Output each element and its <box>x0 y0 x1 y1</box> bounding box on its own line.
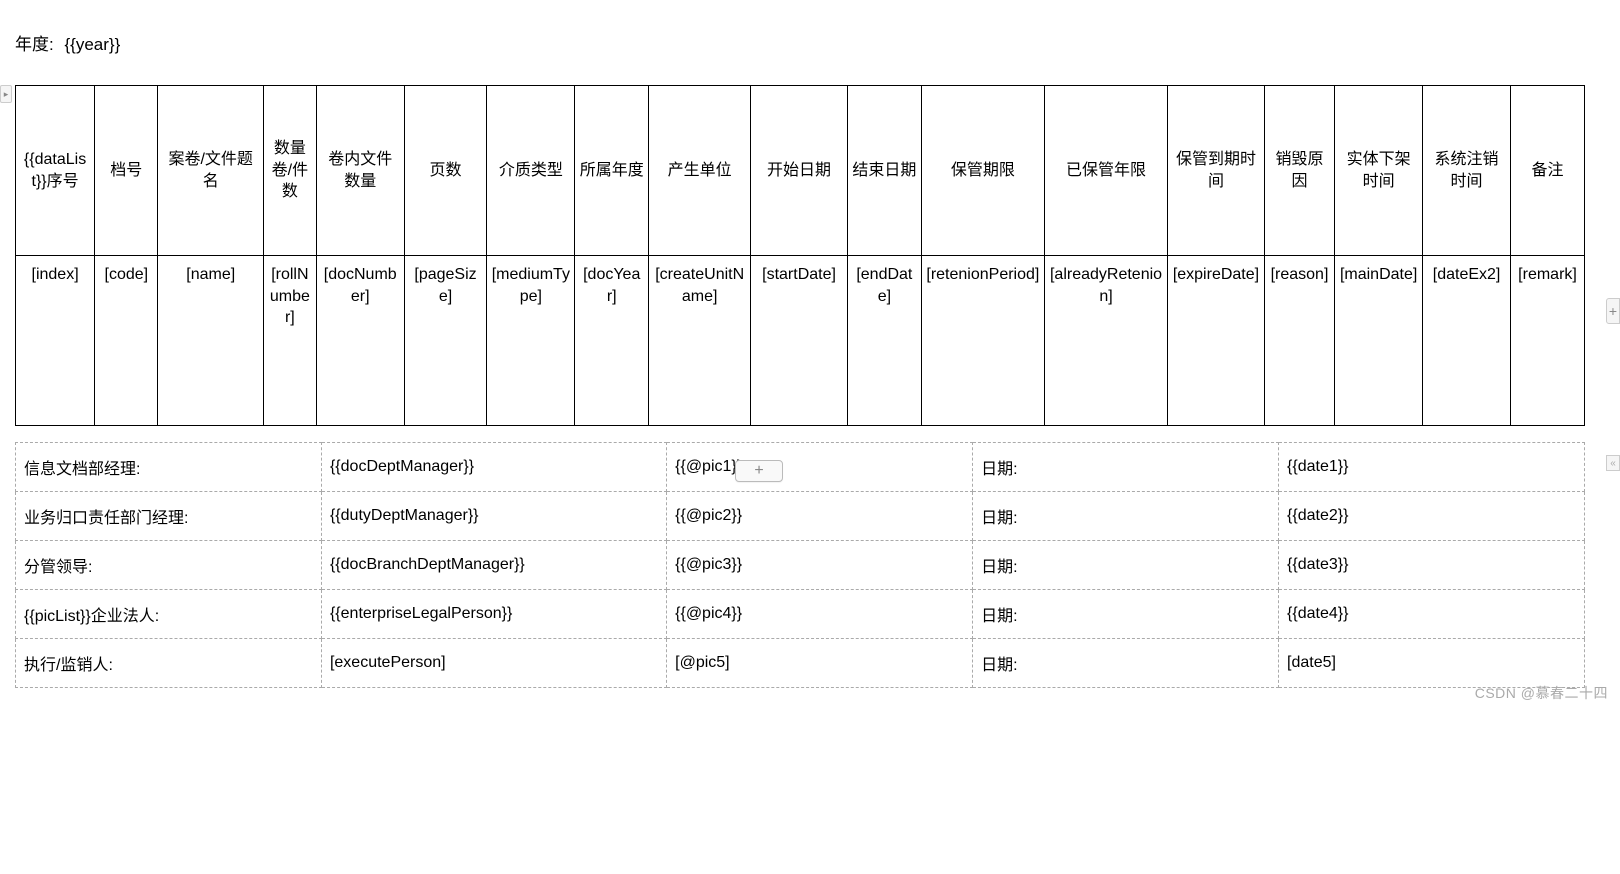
cell-name: [name] <box>158 256 264 426</box>
cell-pagesize: [pageSize] <box>404 256 487 426</box>
sig-row: 业务归口责任部门经理: {{dutyDeptManager}} {{@pic2}… <box>16 492 1585 541</box>
header-startdate: 开始日期 <box>751 86 848 256</box>
sig-pic: {{@pic4}} <box>667 590 973 639</box>
cell-already: [alreadyRetenion] <box>1044 256 1167 426</box>
header-retention: 保管期限 <box>921 86 1044 256</box>
sig-row: 信息文档部经理: {{docDeptManager}} {{@pic1}} 日期… <box>16 443 1585 492</box>
sig-label: 执行/监销人: <box>16 639 322 688</box>
header-enddate: 结束日期 <box>847 86 921 256</box>
sig-pic: {{@pic1}} <box>667 443 973 492</box>
left-tab-handle[interactable] <box>0 85 12 103</box>
right-collapse-handle[interactable]: « <box>1606 455 1620 471</box>
year-row: 年度: {{year}} <box>10 10 1610 85</box>
sig-row: 分管领导: {{docBranchDeptManager}} {{@pic3}}… <box>16 541 1585 590</box>
sig-row: 执行/监销人: [executePerson] [@pic5] 日期: [dat… <box>16 639 1585 688</box>
sig-label: 分管领导: <box>16 541 322 590</box>
sig-value: {{enterpriseLegalPerson}} <box>321 590 666 639</box>
header-createunit: 产生单位 <box>649 86 751 256</box>
header-index: {{dataList}}序号 <box>16 86 95 256</box>
cell-reason: [reason] <box>1264 256 1334 426</box>
cell-dateex2: [dateEx2] <box>1423 256 1511 426</box>
cell-expire: [expireDate] <box>1168 256 1265 426</box>
sig-date: {{date2}} <box>1279 492 1585 541</box>
sig-date: {{date3}} <box>1279 541 1585 590</box>
header-reason: 销毁原因 <box>1264 86 1334 256</box>
header-name: 案卷/文件题名 <box>158 86 264 256</box>
header-dateex2: 系统注销时间 <box>1423 86 1511 256</box>
cell-docnumber: [docNumber] <box>316 256 404 426</box>
sig-datelabel: 日期: <box>973 443 1279 492</box>
cell-mediumtype: [mediumType] <box>487 256 575 426</box>
header-pagesize: 页数 <box>404 86 487 256</box>
sig-row: {{picList}}企业法人: {{enterpriseLegalPerson… <box>16 590 1585 639</box>
sig-value: {{docBranchDeptManager}} <box>321 541 666 590</box>
plus-icon: + <box>754 462 763 480</box>
header-already: 已保管年限 <box>1044 86 1167 256</box>
sig-datelabel: 日期: <box>973 590 1279 639</box>
sig-date: {{date4}} <box>1279 590 1585 639</box>
sig-label: 信息文档部经理: <box>16 443 322 492</box>
sig-pic: {{@pic2}} <box>667 492 973 541</box>
plus-icon: + <box>1609 303 1617 319</box>
cell-retention: [retenionPeriod] <box>921 256 1044 426</box>
sig-pic: {{@pic3}} <box>667 541 973 590</box>
sig-label: 业务归口责任部门经理: <box>16 492 322 541</box>
sig-value: {{docDeptManager}} <box>321 443 666 492</box>
right-add-handle[interactable]: + <box>1606 298 1620 324</box>
header-code: 档号 <box>95 86 158 256</box>
header-rollnumber: 数量卷/件数 <box>263 86 316 256</box>
data-table: {{dataList}}序号 档号 案卷/文件题名 数量卷/件数 卷内文件数量 … <box>15 85 1585 426</box>
sig-date: [date5] <box>1279 639 1585 688</box>
table-row: [index] [code] [name] [rollNumber] [docN… <box>16 256 1585 426</box>
watermark: CSDN @慕春二十四 <box>1475 683 1608 703</box>
sig-datelabel: 日期: <box>973 541 1279 590</box>
header-remark: 备注 <box>1511 86 1585 256</box>
year-value: {{year}} <box>64 35 120 54</box>
cell-enddate: [endDate] <box>847 256 921 426</box>
header-docyear: 所属年度 <box>575 86 649 256</box>
header-maindate: 实体下架时间 <box>1335 86 1423 256</box>
header-docnumber: 卷内文件数量 <box>316 86 404 256</box>
sig-datelabel: 日期: <box>973 492 1279 541</box>
table-header-row: {{dataList}}序号 档号 案卷/文件题名 数量卷/件数 卷内文件数量 … <box>16 86 1585 256</box>
signature-table: 信息文档部经理: {{docDeptManager}} {{@pic1}} 日期… <box>15 442 1585 688</box>
cell-rollnumber: [rollNumber] <box>263 256 316 426</box>
cell-remark: [remark] <box>1511 256 1585 426</box>
sig-value: {{dutyDeptManager}} <box>321 492 666 541</box>
sig-value: [executePerson] <box>321 639 666 688</box>
sig-pic: [@pic5] <box>667 639 973 688</box>
header-expire: 保管到期时间 <box>1168 86 1265 256</box>
cell-code: [code] <box>95 256 158 426</box>
cell-createunit: [createUnitName] <box>649 256 751 426</box>
year-label: 年度: <box>15 35 54 54</box>
cell-index: [index] <box>16 256 95 426</box>
sig-label: {{picList}}企业法人: <box>16 590 322 639</box>
header-mediumtype: 介质类型 <box>487 86 575 256</box>
cell-docyear: [docYear] <box>575 256 649 426</box>
sig-datelabel: 日期: <box>973 639 1279 688</box>
cell-startdate: [startDate] <box>751 256 848 426</box>
cell-maindate: [mainDate] <box>1335 256 1423 426</box>
add-row-button[interactable]: + <box>735 460 783 482</box>
sig-date: {{date1}} <box>1279 443 1585 492</box>
